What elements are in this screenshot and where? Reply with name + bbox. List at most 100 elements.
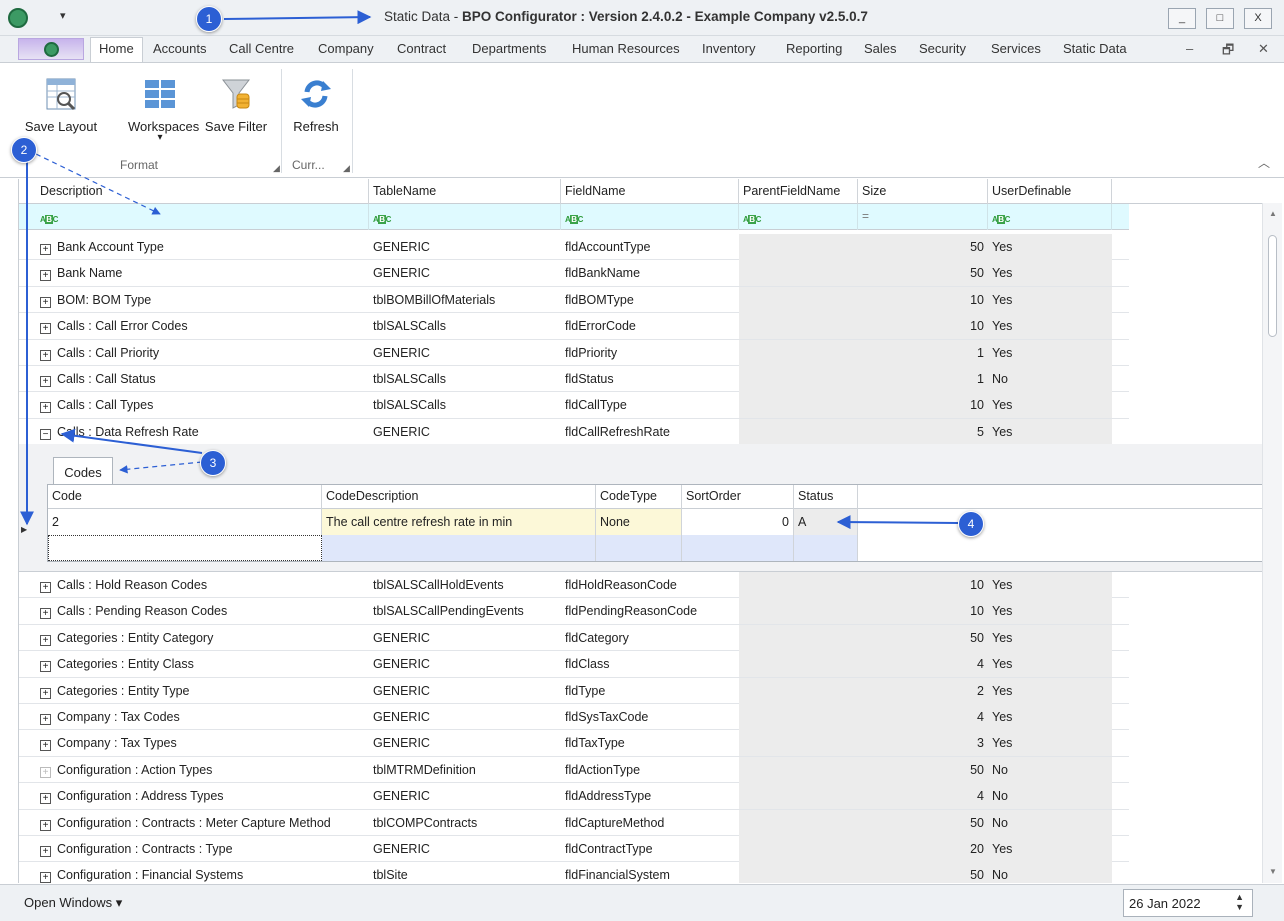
cell-size[interactable]: 10: [858, 392, 988, 419]
cell-table[interactable]: tblSite: [369, 862, 561, 883]
table-row[interactable]: + Configuration : Financial Systems tblSit…: [19, 862, 1129, 883]
cell-parent[interactable]: [739, 418, 858, 445]
tab-accounts[interactable]: Accounts: [153, 41, 206, 56]
expand-row-icon[interactable]: +: [40, 687, 51, 699]
cell-desc[interactable]: + Calls : Hold Reason Codes: [36, 572, 369, 598]
cell-size[interactable]: 50: [858, 756, 988, 783]
cell-desc[interactable]: + Configuration : Contracts : Type: [36, 836, 369, 862]
expand-row-icon[interactable]: +: [40, 582, 51, 593]
cell-user[interactable]: No: [988, 366, 1112, 392]
spin-buttons-icon[interactable]: ▲ ▼: [1235, 892, 1244, 912]
save-filter-button[interactable]: Save Filter: [202, 63, 270, 134]
cell-parent[interactable]: [739, 677, 858, 704]
cell-user[interactable]: Yes: [988, 677, 1112, 704]
cell-field[interactable]: fldHoldReasonCode: [561, 572, 739, 598]
cell-size[interactable]: 50: [858, 260, 988, 287]
cell-user[interactable]: No: [988, 862, 1112, 883]
cell-parent[interactable]: [739, 598, 858, 625]
table-row[interactable]: + Configuration : Contracts : Type GENERIC…: [19, 836, 1129, 863]
status-cell[interactable]: A: [794, 509, 858, 535]
cell-parent[interactable]: [739, 651, 858, 678]
column-header-size[interactable]: Size: [858, 179, 988, 204]
cell-size[interactable]: 50: [858, 862, 988, 883]
cell-desc[interactable]: + Categories : Entity Category: [36, 625, 369, 651]
column-header-parentfieldname[interactable]: ParentFieldName: [739, 179, 858, 204]
cell-size[interactable]: 4: [858, 651, 988, 678]
cell-desc[interactable]: + Company : Tax Codes: [36, 704, 369, 730]
cell-size[interactable]: 10: [858, 286, 988, 313]
cell-field[interactable]: fldActionType: [561, 757, 739, 783]
mdi-restore-button[interactable]: 🗗: [1222, 41, 1234, 63]
cell-table[interactable]: GENERIC: [369, 651, 561, 677]
tab-sales[interactable]: Sales: [864, 41, 897, 56]
cell-user[interactable]: Yes: [988, 598, 1112, 625]
table-row[interactable]: + BOM: BOM Type tblBOMBillOfMaterials fldBO…: [19, 286, 1129, 314]
cell-desc[interactable]: + Calls : Pending Reason Codes: [36, 598, 369, 624]
cell-user[interactable]: Yes: [988, 624, 1112, 651]
cell-table[interactable]: tblSALSCalls: [369, 366, 561, 392]
collapse-row-icon[interactable]: −: [40, 428, 51, 440]
table-row[interactable]: + Configuration : Action Types tblMTRMDefi…: [19, 756, 1129, 784]
cell-desc[interactable]: + Bank Name: [36, 260, 369, 286]
refresh-button[interactable]: Refresh: [288, 63, 344, 134]
table-row[interactable]: + Calls : Call Error Codes tblSALSCalls fld…: [19, 313, 1129, 340]
cell-field[interactable]: fldFinancialSystem: [561, 862, 739, 883]
date-spinner[interactable]: 26 Jan 2022 ▲ ▼: [1123, 889, 1253, 917]
cell-table[interactable]: tblSALSCallPendingEvents: [369, 598, 561, 624]
filter-size[interactable]: =: [858, 204, 988, 230]
code-description-cell[interactable]: The call centre refresh rate in min: [322, 509, 596, 535]
close-button[interactable]: X: [1244, 8, 1272, 29]
table-row[interactable]: + Configuration : Contracts : Meter Captu…: [19, 809, 1129, 836]
expand-row-icon[interactable]: +: [40, 766, 51, 778]
cell-table[interactable]: GENERIC: [369, 704, 561, 730]
tab-human-resources[interactable]: Human Resources: [572, 41, 680, 56]
mdi-close-button[interactable]: ✕: [1258, 41, 1269, 57]
cell-table[interactable]: tblMTRMDefinition: [369, 757, 561, 783]
cell-size[interactable]: 1: [858, 366, 988, 392]
cell-table[interactable]: GENERIC: [369, 340, 561, 366]
expand-row-icon[interactable]: +: [40, 296, 51, 308]
cell-desc[interactable]: + Configuration : Contracts : Meter Captu…: [36, 810, 369, 836]
cell-desc[interactable]: + Categories : Entity Type: [36, 678, 369, 704]
cell-desc[interactable]: + Calls : Call Error Codes: [36, 313, 369, 339]
cell-table[interactable]: GENERIC: [369, 678, 561, 704]
table-row[interactable]: + Calls : Call Status tblSALSCalls fldStatu…: [19, 366, 1129, 393]
tab-reporting[interactable]: Reporting: [786, 41, 842, 56]
cell-user[interactable]: Yes: [988, 286, 1112, 313]
tab-contract[interactable]: Contract: [397, 41, 446, 56]
table-row[interactable]: − Calls : Data Refresh Rate GENERIC fldCall…: [19, 418, 1129, 446]
cell-parent[interactable]: [739, 756, 858, 783]
cell-parent[interactable]: [739, 392, 858, 419]
cell-user[interactable]: No: [988, 756, 1112, 783]
tab-call-centre[interactable]: Call Centre: [229, 41, 294, 56]
tab-departments[interactable]: Departments: [472, 41, 546, 56]
cell-parent[interactable]: [739, 286, 858, 313]
cell-desc[interactable]: + Calls : Call Status: [36, 366, 369, 392]
new-description-cell[interactable]: [322, 535, 596, 561]
filter-fieldname[interactable]: ABC: [561, 204, 739, 230]
column-header-codedescription[interactable]: CodeDescription: [322, 485, 596, 509]
expand-row-icon[interactable]: +: [40, 872, 51, 883]
expand-row-icon[interactable]: +: [40, 634, 51, 646]
cell-field[interactable]: fldSysTaxCode: [561, 704, 739, 730]
expand-row-icon[interactable]: +: [40, 740, 51, 752]
minimize-button[interactable]: _: [1168, 8, 1196, 29]
cell-field[interactable]: fldCaptureMethod: [561, 810, 739, 836]
cell-parent[interactable]: [739, 260, 858, 287]
open-windows-button[interactable]: Open Windows ▾: [24, 895, 122, 911]
new-code-cell[interactable]: [48, 535, 322, 561]
cell-field[interactable]: fldTaxType: [561, 730, 739, 756]
cell-parent[interactable]: [739, 704, 858, 730]
mdi-minimize-button[interactable]: –: [1186, 41, 1193, 56]
table-row[interactable]: + Calls : Call Types tblSALSCalls fldCallTy…: [19, 392, 1129, 419]
new-sort-cell[interactable]: [682, 535, 794, 561]
cell-user[interactable]: Yes: [988, 651, 1112, 678]
cell-table[interactable]: tblSALSCalls: [369, 313, 561, 339]
cell-field[interactable]: fldClass: [561, 651, 739, 677]
table-row[interactable]: + Calls : Call Priority GENERIC fldPriority…: [19, 339, 1129, 366]
cell-user[interactable]: No: [988, 783, 1112, 810]
cell-desc[interactable]: + Configuration : Address Types: [36, 783, 369, 809]
cell-size[interactable]: 10: [858, 572, 988, 598]
app-logo-icon[interactable]: [8, 8, 28, 28]
cell-desc[interactable]: + Calls : Call Priority: [36, 340, 369, 366]
